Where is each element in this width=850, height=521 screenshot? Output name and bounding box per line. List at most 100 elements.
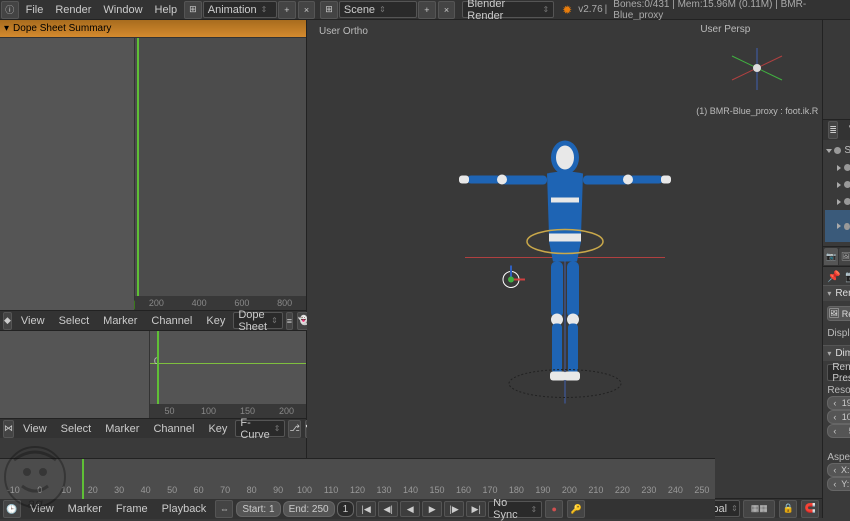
summary-expand-icon[interactable]: ▾	[4, 23, 9, 34]
keyframe-prev-button[interactable]: ◀|	[378, 501, 398, 517]
range-toggle-icon[interactable]: ⇔	[215, 500, 233, 518]
graph-menu-select[interactable]: Select	[55, 423, 98, 435]
timeline-region[interactable]: -100102030405060708090100110120130140150…	[0, 459, 715, 499]
layout-prev-icon[interactable]: ⊞	[184, 1, 202, 19]
graph-menu-key[interactable]: Key	[202, 423, 233, 435]
disclosure-icon[interactable]	[837, 182, 841, 188]
dope-graph-region[interactable]: 1 200400600800	[135, 38, 306, 310]
graph-curve-region[interactable]: 0 1 50100150200	[150, 331, 306, 418]
play-reverse-button[interactable]: ◀	[400, 501, 420, 517]
tab-render[interactable]: 📷	[824, 248, 838, 265]
viewport-persp-label: User Ortho	[319, 26, 368, 37]
info-header: ⓘ File Render Window Help ⊞ Animation + …	[0, 0, 850, 20]
scene-dropdown[interactable]: Scene	[339, 1, 417, 18]
graph-normalize-icon[interactable]: ⎇	[288, 420, 300, 438]
layout-add-icon[interactable]: +	[278, 1, 296, 19]
start-frame-field[interactable]: Start: 1	[236, 501, 280, 517]
outliner-item[interactable]: RenderLayers |	[825, 159, 850, 176]
menu-file[interactable]: File	[20, 4, 50, 16]
dope-menu-key[interactable]: Key	[200, 315, 231, 327]
lock-camera-icon[interactable]: 🔒	[779, 500, 797, 518]
scene-add-icon[interactable]: +	[418, 1, 436, 19]
tl-menu-frame[interactable]: Frame	[110, 503, 154, 515]
render-presets-dropdown[interactable]: Render Presets	[827, 364, 850, 381]
aspect-y-field[interactable]: ‹Y: 1.000›	[827, 477, 850, 491]
tab-render-layers[interactable]: 🖼	[839, 248, 850, 265]
resolution-y-field[interactable]: ‹1080 px›	[827, 410, 850, 424]
graph-channel-region[interactable]	[0, 331, 150, 418]
display-label: Display:	[827, 328, 850, 339]
layers-widget[interactable]: ▦▦	[743, 500, 775, 518]
render-engine-dropdown[interactable]: Blender Render	[462, 1, 554, 18]
menu-render[interactable]: Render	[49, 4, 97, 16]
outliner-menu-view[interactable]: View	[843, 124, 850, 136]
render-still-icon: 🖼	[828, 308, 839, 319]
panel-dimensions-header[interactable]: Dimensions	[823, 345, 850, 361]
dope-mode-dropdown[interactable]: Dope Sheet	[233, 312, 282, 329]
dope-header: ◆ View Select Marker Channel Key Dope Sh…	[0, 310, 306, 330]
sync-dropdown[interactable]: No Sync	[488, 501, 542, 518]
viewport-character[interactable]	[455, 127, 675, 410]
disclosure-icon[interactable]	[837, 199, 841, 205]
dope-playhead[interactable]: 1	[137, 38, 139, 310]
graph-editor-icon[interactable]: ⋈	[3, 420, 14, 438]
resolution-pct-field[interactable]: ‹50%›	[827, 424, 850, 438]
aspect-ratio-label: Aspect Ratio:	[827, 452, 850, 463]
keying-set-icon[interactable]: 🔑	[567, 500, 585, 518]
dope-channel-region[interactable]	[0, 38, 135, 310]
3d-viewport[interactable]: User Ortho User Persp (1) BMR-Blue_proxy…	[307, 20, 822, 498]
stats-text: Bones:0/431 | Mem:15.96M (0.11M) | BMR-B…	[613, 0, 850, 21]
jump-end-button[interactable]: ▶|	[466, 501, 486, 517]
disclosure-icon[interactable]	[837, 223, 841, 229]
autokey-toggle-icon[interactable]: ●	[545, 500, 563, 518]
outliner-item[interactable]: World	[825, 176, 850, 193]
end-frame-field[interactable]: End: 250	[283, 501, 335, 517]
scene-browse-icon[interactable]: ⊞	[320, 1, 338, 19]
graph-mode-dropdown[interactable]: F-Curve	[235, 420, 285, 437]
viewport-camera-preview[interactable]: User Persp (1) BMR-Blue_proxy : foot.ik.…	[692, 20, 822, 120]
menu-window[interactable]: Window	[97, 4, 148, 16]
layout-del-icon[interactable]: ×	[298, 1, 316, 19]
outliner-item[interactable]: BMR-Blue |👁▷📷	[825, 193, 850, 210]
pin-icon[interactable]: 📌	[827, 270, 841, 283]
scene-del-icon[interactable]: ×	[438, 1, 456, 19]
graph-menu-channel[interactable]: Channel	[147, 423, 200, 435]
aspect-x-field[interactable]: ‹X: 1.000›	[827, 463, 850, 477]
disclosure-icon[interactable]	[826, 149, 832, 153]
snap-toggle-icon[interactable]: 🧲	[801, 500, 819, 518]
panel-render-header[interactable]: Render	[823, 285, 850, 301]
jump-start-button[interactable]: |◀	[356, 501, 376, 517]
menu-help[interactable]: Help	[149, 4, 184, 16]
dope-summary-row[interactable]: ▾ Dope Sheet Summary	[0, 20, 306, 38]
tl-menu-playback[interactable]: Playback	[156, 503, 213, 515]
outliner-item[interactable]: BMR-Blue_proxy👁▷📷	[825, 210, 850, 242]
timeline-editor-icon[interactable]: 🕒	[3, 500, 21, 518]
dope-summary-toggle[interactable]: ≡	[286, 312, 293, 330]
resolution-x-field[interactable]: ‹1920 px›	[827, 396, 850, 410]
current-frame-field[interactable]: 1	[337, 501, 355, 517]
dope-menu-marker[interactable]: Marker	[97, 315, 143, 327]
info-icon[interactable]: ⓘ	[1, 1, 19, 19]
keyframe-next-button[interactable]: |▶	[444, 501, 464, 517]
outliner-editor-icon[interactable]: ≣	[828, 121, 838, 139]
outliner-item[interactable]: Scene	[825, 142, 850, 159]
tl-menu-marker[interactable]: Marker	[62, 503, 108, 515]
render-button[interactable]: 🖼Render	[827, 306, 850, 321]
datablock-icon	[844, 198, 850, 205]
dope-menu-view[interactable]: View	[15, 315, 51, 327]
dope-editor-icon[interactable]: ◆	[3, 312, 12, 330]
dope-menu-channel[interactable]: Channel	[145, 315, 198, 327]
mini-persp-label: User Persp	[700, 24, 750, 35]
screen-layout-dropdown[interactable]: Animation	[203, 1, 277, 18]
graph-menu-marker[interactable]: Marker	[99, 423, 145, 435]
disclosure-icon[interactable]	[837, 165, 841, 171]
graph-menu-view[interactable]: View	[17, 423, 53, 435]
dope-menu-select[interactable]: Select	[53, 315, 96, 327]
datablock-icon	[834, 147, 841, 154]
tl-menu-view[interactable]: View	[24, 503, 60, 515]
context-camera-icon: 📷	[845, 270, 850, 283]
stats-label: |	[605, 4, 608, 15]
resolution-label: Resolution:	[827, 385, 850, 396]
play-button[interactable]: ▶	[422, 501, 442, 517]
graph-cursor-y[interactable]	[150, 363, 306, 364]
